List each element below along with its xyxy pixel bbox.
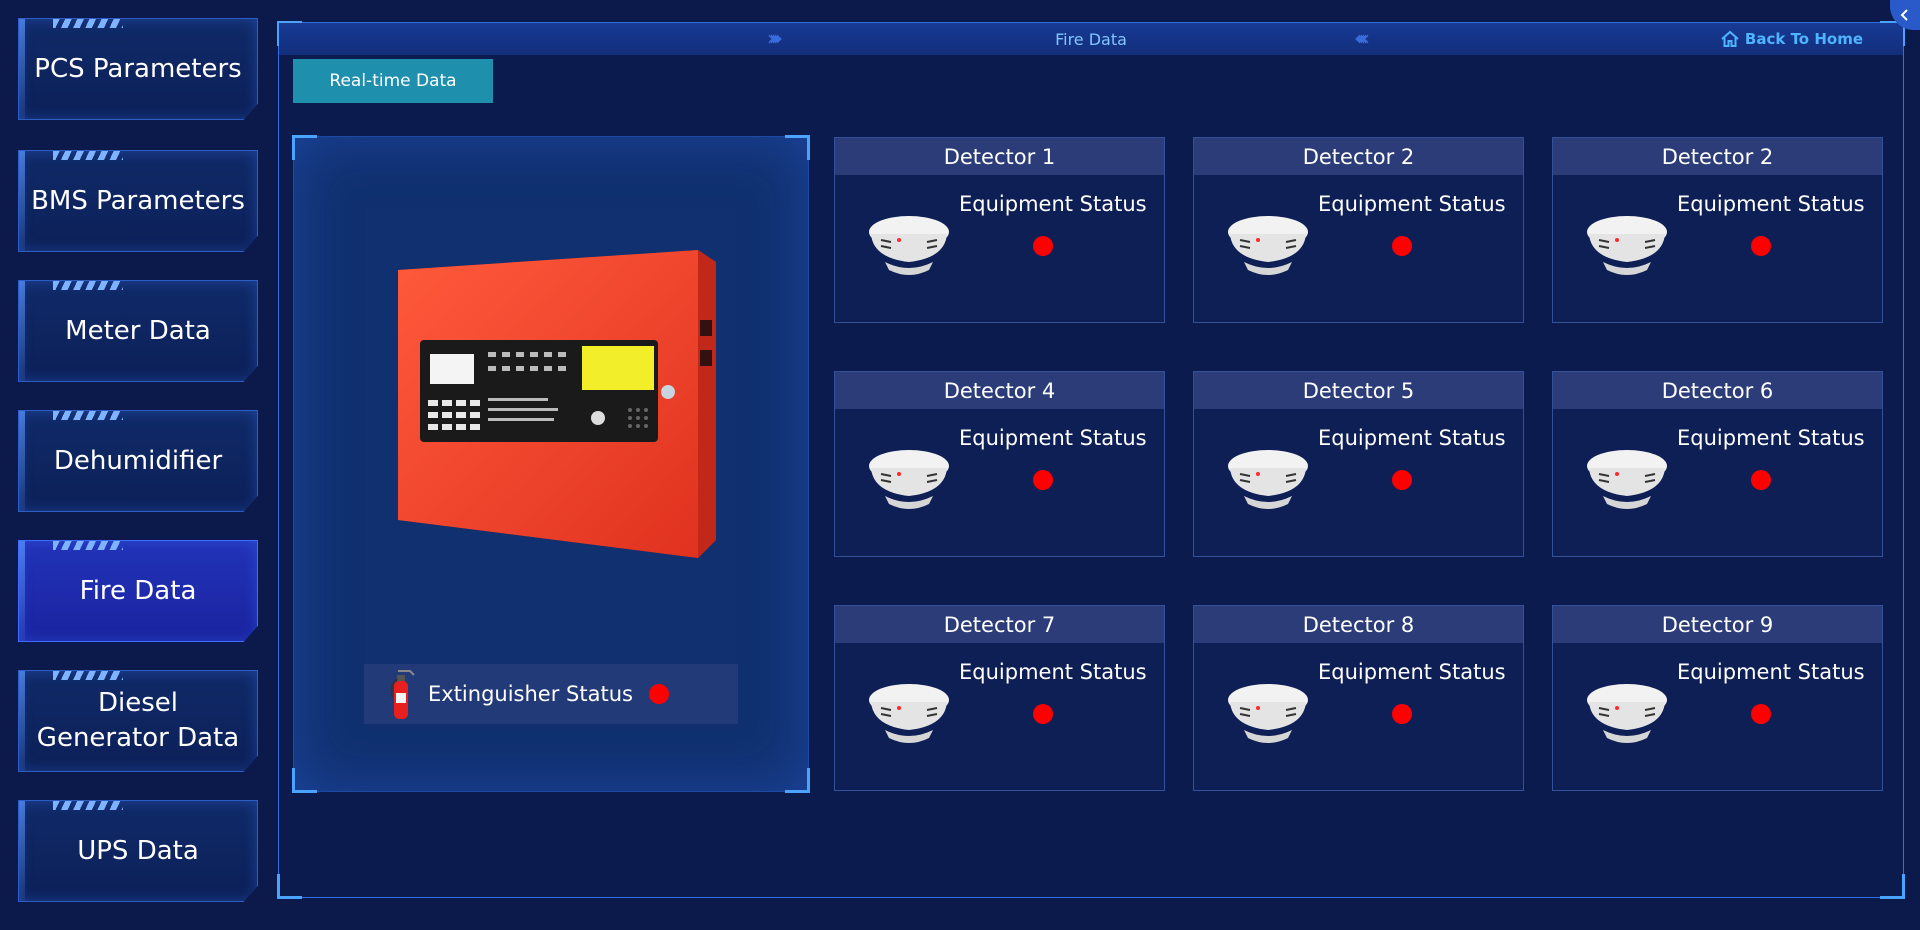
equipment-status-label: Equipment Status <box>959 192 1147 216</box>
equipment-status-indicator <box>1392 236 1412 256</box>
smoke-detector-icon <box>869 684 949 743</box>
nav-edge-decoration <box>19 541 25 641</box>
extinguisher-status: Extinguisher Status <box>364 664 738 724</box>
nav-stripes-decoration <box>53 671 123 680</box>
smoke-detector-icon <box>1228 216 1308 275</box>
equipment-status-label: Equipment Status <box>959 660 1147 684</box>
smoke-detector-icon <box>869 216 949 275</box>
detector-title: Detector 2 <box>1194 138 1523 175</box>
detector-title: Detector 7 <box>835 606 1164 643</box>
nav-stripes-decoration <box>53 801 123 810</box>
home-icon <box>1721 30 1739 47</box>
detector-title: Detector 9 <box>1553 606 1882 643</box>
extinguisher-status-label: Extinguisher Status <box>428 682 633 706</box>
detector-card: Detector 2 Equipment Status <box>1552 137 1883 323</box>
equipment-status-indicator <box>1751 470 1771 490</box>
back-to-home-label: Back To Home <box>1744 30 1863 48</box>
sidebar-item-label: Fire Data <box>79 575 197 606</box>
tab-real-time-data[interactable]: Real-time Data <box>293 59 493 103</box>
equipment-status-indicator <box>1392 704 1412 724</box>
detector-card: Detector 6 Equipment Status <box>1552 371 1883 557</box>
equipment-status-label: Equipment Status <box>1677 660 1865 684</box>
title-bar: ››››› Fire Data ‹‹‹‹‹ Back To Home <box>279 23 1903 55</box>
equipment-status-label: Equipment Status <box>1318 660 1506 684</box>
sidebar-item-fire-data[interactable]: Fire Data <box>18 540 258 642</box>
equipment-status-indicator <box>1751 236 1771 256</box>
smoke-detector-icon <box>1587 684 1667 743</box>
sidebar-item-dehumidifier[interactable]: Dehumidifier <box>18 410 258 512</box>
detector-card: Detector 2 Equipment Status <box>1193 137 1524 323</box>
equipment-status-indicator <box>1392 470 1412 490</box>
detector-card: Detector 7 Equipment Status <box>834 605 1165 791</box>
sidebar-item-label: UPS Data <box>77 835 199 866</box>
smoke-detector-icon <box>869 450 949 509</box>
detector-card: Detector 8 Equipment Status <box>1193 605 1524 791</box>
detector-title: Detector 8 <box>1194 606 1523 643</box>
nav-stripes-decoration <box>53 151 123 160</box>
nav-edge-decoration <box>19 281 25 381</box>
panel-corner <box>785 768 810 793</box>
sidebar-item-label: PCS Parameters <box>34 53 242 84</box>
detector-card: Detector 4 Equipment Status <box>834 371 1165 557</box>
equipment-status-label: Equipment Status <box>1318 426 1506 450</box>
chevron-left-icon: ‹‹‹‹‹ <box>1354 26 1370 50</box>
smoke-detector-icon <box>1228 450 1308 509</box>
equipment-status-indicator <box>1033 470 1053 490</box>
sidebar-item-label: Dehumidifier <box>53 445 223 476</box>
detector-card: Detector 5 Equipment Status <box>1193 371 1524 557</box>
panel-corner <box>785 135 810 160</box>
fire-extinguisher-icon <box>390 670 415 719</box>
detector-card: Detector 1 Equipment Status <box>834 137 1165 323</box>
fire-alarm-control-panel-image <box>398 250 716 558</box>
panel-corner <box>292 768 317 793</box>
equipment-status-indicator <box>1033 704 1053 724</box>
nav-stripes-decoration <box>53 19 123 28</box>
equipment-status-label: Equipment Status <box>1677 192 1865 216</box>
fire-controller-panel: Extinguisher Status <box>292 135 810 793</box>
sidebar-item-label: Meter Data <box>65 315 211 346</box>
nav-edge-decoration <box>19 411 25 511</box>
sidebar-item-bms-parameters[interactable]: BMS Parameters <box>18 150 258 252</box>
frame-corner <box>277 874 302 899</box>
frame-corner <box>1880 874 1905 899</box>
nav-stripes-decoration <box>53 281 123 290</box>
smoke-detector-icon <box>1587 216 1667 275</box>
nav-edge-decoration <box>19 671 25 771</box>
nav-stripes-decoration <box>53 411 123 420</box>
sidebar-item-label: BMS Parameters <box>31 185 245 216</box>
chevron-left-icon <box>1900 9 1908 21</box>
nav-edge-decoration <box>19 151 25 251</box>
equipment-status-label: Equipment Status <box>959 426 1147 450</box>
equipment-status-label: Equipment Status <box>1677 426 1865 450</box>
nav-edge-decoration <box>19 19 25 119</box>
sidebar-item-label: Diesel Generator Data <box>36 688 240 753</box>
detector-card: Detector 9 Equipment Status <box>1552 605 1883 791</box>
detector-title: Detector 4 <box>835 372 1164 409</box>
sidebar-item-diesel-generator-data[interactable]: Diesel Generator Data <box>18 670 258 772</box>
sidebar-item-ups-data[interactable]: UPS Data <box>18 800 258 902</box>
back-to-home-button[interactable]: Back To Home <box>1720 29 1863 49</box>
page-title: Fire Data <box>1055 30 1127 49</box>
sidebar-item-pcs-parameters[interactable]: PCS Parameters <box>18 18 258 120</box>
sidebar-item-meter-data[interactable]: Meter Data <box>18 280 258 382</box>
equipment-status-indicator <box>1033 236 1053 256</box>
nav-stripes-decoration <box>53 541 123 550</box>
sidebar: PCS Parameters BMS Parameters Meter Data… <box>0 0 270 930</box>
nav-edge-decoration <box>19 801 25 901</box>
smoke-detector-icon <box>1587 450 1667 509</box>
panel-corner <box>292 135 317 160</box>
detector-title: Detector 2 <box>1553 138 1882 175</box>
extinguisher-status-indicator <box>648 684 669 704</box>
detector-title: Detector 6 <box>1553 372 1882 409</box>
smoke-detector-icon <box>1228 684 1308 743</box>
detector-title: Detector 1 <box>835 138 1164 175</box>
main-content: ››››› Fire Data ‹‹‹‹‹ Back To Home Real-… <box>277 21 1905 899</box>
detector-title: Detector 5 <box>1194 372 1523 409</box>
equipment-status-indicator <box>1751 704 1771 724</box>
equipment-status-label: Equipment Status <box>1318 192 1506 216</box>
